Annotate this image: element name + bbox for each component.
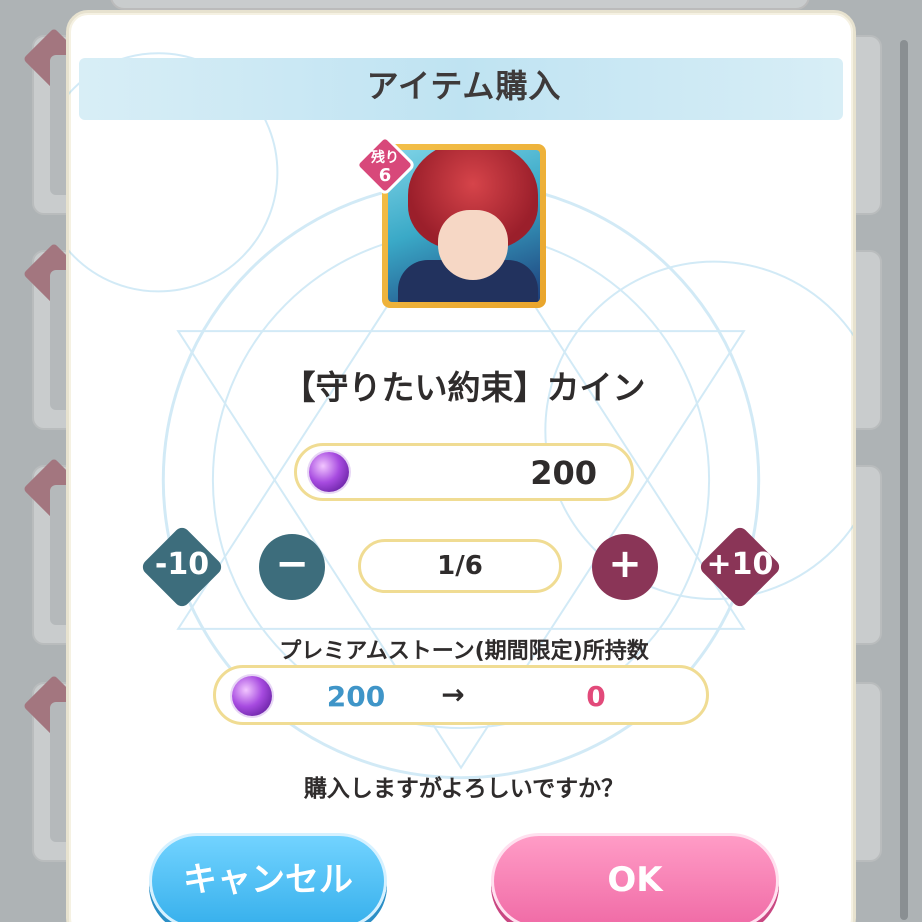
holding-before: 200 (326, 680, 386, 713)
dialog-title: アイテム購入 (366, 67, 562, 105)
remaining-label: 残り (371, 150, 399, 166)
price-value: 200 (530, 454, 597, 492)
price-display: 200 (294, 443, 634, 501)
holding-label: プレミアムストーン(期間限定)所持数 (279, 639, 649, 664)
remaining-count: 6 (378, 165, 392, 186)
quantity-selector: -10 − 1/6 + +10 (69, 524, 853, 610)
purchase-dialog: アイテム購入 残り 6 【守りたい約束】カイン 200 -10 − 1/6 + … (66, 10, 856, 922)
item-name: 【守りたい約束】カイン (282, 368, 646, 407)
holding-display: 200 → 0 (213, 665, 709, 725)
ok-button[interactable]: OK (491, 833, 779, 922)
premium-stone-icon (309, 452, 349, 492)
holding-after: 0 (586, 680, 606, 713)
quantity-value: 1/6 (358, 539, 562, 593)
remaining-badge: 残り 6 (353, 133, 417, 197)
background-scrollbar (900, 40, 908, 920)
background-top-bar (110, 0, 810, 10)
minus-button[interactable]: − (259, 534, 325, 600)
premium-stone-icon (232, 676, 272, 716)
plus-button[interactable]: + (592, 534, 658, 600)
confirm-message: 購入しますがよろしいですか？ (303, 776, 625, 802)
minus-10-label: -10 (154, 547, 210, 582)
arrow-right-icon: → (441, 678, 465, 711)
cancel-button[interactable]: キャンセル (149, 833, 387, 922)
plus-10-label: +10 (706, 547, 774, 582)
